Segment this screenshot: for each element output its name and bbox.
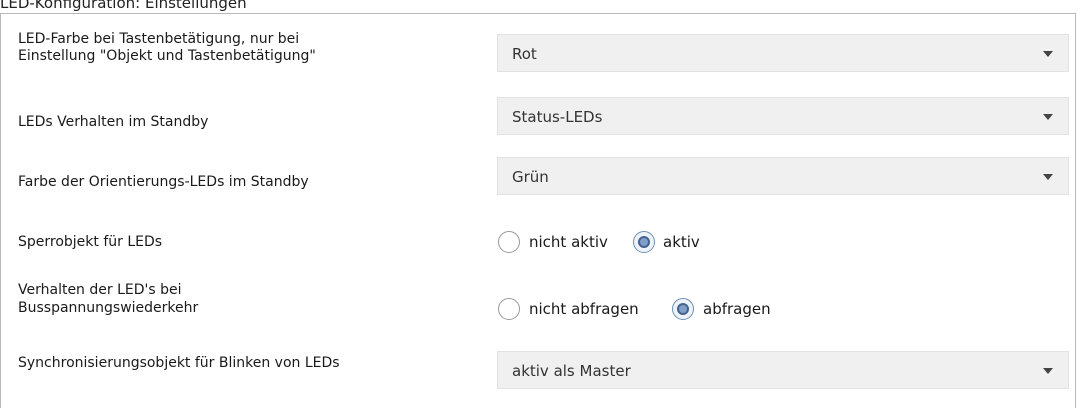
radio-nicht-aktiv[interactable] [498,231,520,253]
param-label: Sperrobjekt für LEDs [18,234,163,250]
param-label-line2: Busspannungswiederkehr [18,300,199,316]
radio-abfragen[interactable] [672,298,694,320]
param-label-line1: Verhalten der LED's bei [18,282,182,298]
orientation-color-dropdown[interactable]: Grün [497,157,1069,195]
dropdown-value: aktiv als Master [512,362,631,380]
radio-selected-dot [638,236,650,248]
radio-label-aktiv[interactable]: aktiv [663,233,700,252]
param-label-line2: Einstellung "Objekt und Tastenbetätigung… [18,48,316,64]
param-label: Farbe der Orientierungs-LEDs im Standby [18,174,309,190]
radio-label-nicht-aktiv[interactable]: nicht aktiv [529,233,608,252]
dropdown-value: Rot [512,45,537,63]
chevron-down-icon [1043,114,1053,120]
radio-selected-dot [677,303,689,315]
led-color-dropdown[interactable]: Rot [497,34,1069,72]
chevron-down-icon [1043,51,1053,57]
radio-label-nicht-abfragen[interactable]: nicht abfragen [529,300,639,319]
parameter-panel: LED-Farbe bei Tastenbetätigung, nur bei … [0,13,1076,408]
standby-behavior-dropdown[interactable]: Status-LEDs [497,97,1069,135]
param-label: Synchronisierungsobjekt für Blinken von … [18,355,340,371]
chevron-down-icon [1043,174,1053,180]
radio-nicht-abfragen[interactable] [498,298,520,320]
chevron-down-icon [1043,368,1053,374]
dropdown-value: Grün [512,168,549,186]
sync-object-dropdown[interactable]: aktiv als Master [497,351,1069,389]
radio-aktiv[interactable] [633,231,655,253]
param-label: LEDs Verhalten im Standby [18,114,209,130]
dropdown-value: Status-LEDs [512,108,603,126]
radio-label-abfragen[interactable]: abfragen [703,300,771,319]
section-heading: LED-Konfiguration: Einstellungen [0,0,247,12]
param-label-line1: LED-Farbe bei Tastenbetätigung, nur bei [18,31,300,47]
